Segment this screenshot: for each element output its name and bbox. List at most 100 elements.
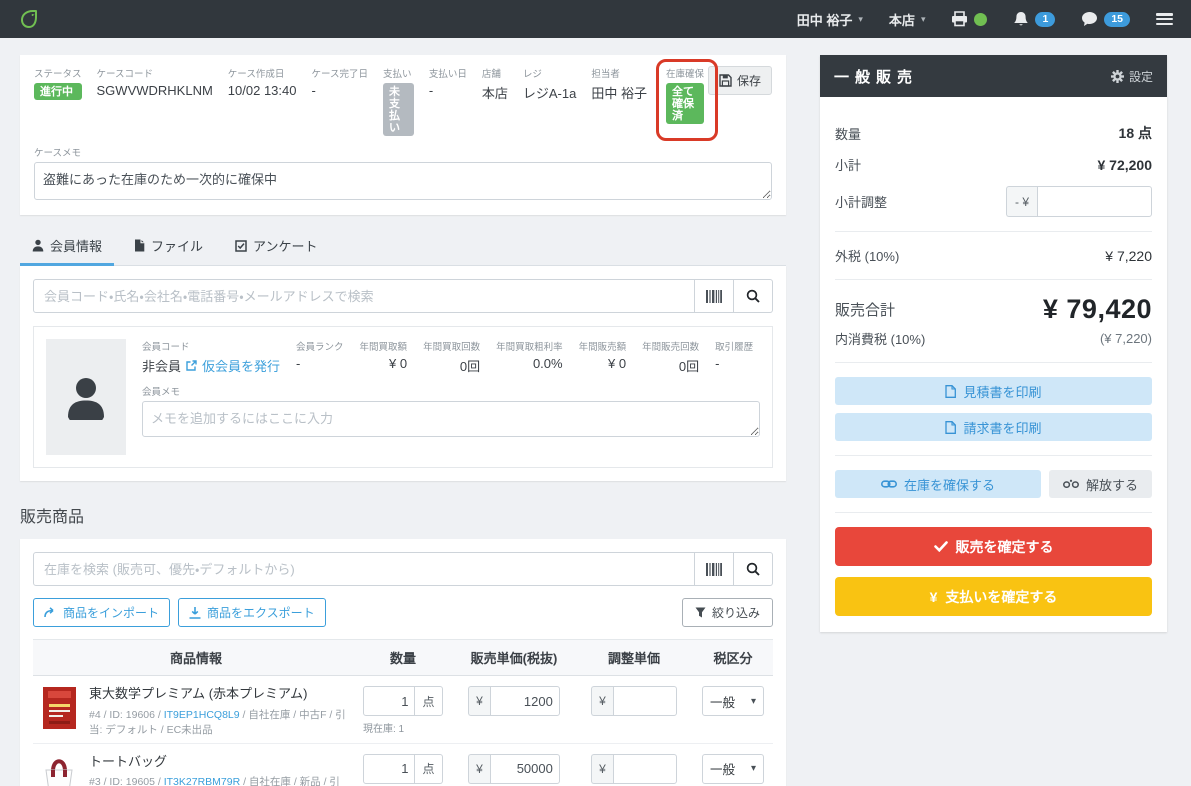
quantity-input[interactable]: [363, 753, 416, 784]
summary-tax-row: 外税 (10%) ¥ 7,220: [835, 247, 1152, 265]
export-download-icon: [189, 606, 201, 619]
field-payment-date: 支払い日 -: [428, 69, 467, 98]
summary-body: 数量 18 点 小計 ¥ 72,200 小計調整 - ¥ 外税 (10%) ¥ …: [820, 97, 1167, 632]
save-button[interactable]: 保存: [707, 66, 772, 95]
summary-quantity-row: 数量 18 点: [835, 125, 1152, 142]
tab-member-info[interactable]: 会員情報: [20, 229, 115, 267]
field-store: 店舗 本店: [481, 69, 508, 101]
stat-annual-sales: 年間販売額 ¥ 0: [578, 342, 627, 372]
member-search-button[interactable]: [734, 279, 773, 314]
minus-yen-prefix: - ¥: [1006, 186, 1038, 217]
products-card: 商品をインポート 商品をエクスポート 絞り込み 商品情報 数量 販売単価(税抜)…: [20, 539, 786, 786]
chevron-down-icon: ▾: [920, 13, 926, 24]
barcode-scan-button[interactable]: [695, 279, 734, 314]
stock-search-button[interactable]: [734, 552, 773, 587]
stat-annual-purchase-count: 年間買取回数 0回: [423, 342, 481, 375]
product-thumbnail-bag: [39, 754, 79, 786]
product-title: 東大数学プレミアム (赤本プレミアム): [89, 686, 308, 702]
print-invoice-button[interactable]: 請求書を印刷: [835, 413, 1152, 441]
hamburger-menu-icon[interactable]: [1156, 13, 1173, 25]
product-title: トートバッグ: [89, 753, 168, 769]
brand-logo-leaf-icon[interactable]: [18, 8, 40, 30]
stock-search-group: [33, 552, 773, 587]
printer-online-dot: [974, 12, 988, 26]
tab-files[interactable]: ファイル: [122, 229, 215, 266]
unit-suffix: 点: [415, 686, 443, 717]
summary-title: 一般販売: [834, 68, 919, 86]
member-search-group: [33, 279, 773, 314]
unit-price-input[interactable]: [489, 753, 560, 784]
case-memo-textarea[interactable]: 盗難にあった在庫のため一次的に確保中: [34, 162, 772, 201]
adjust-price-input[interactable]: [612, 753, 677, 784]
item-code-link[interactable]: IT9EP1HCQ8L9: [164, 709, 240, 721]
stat-member-code: 会員コード 非会員 仮会員を発行: [142, 342, 281, 375]
import-arrow-icon: [44, 607, 57, 618]
divider: [835, 455, 1152, 456]
member-search-input[interactable]: [33, 279, 695, 314]
chevron-down-icon: ▾: [750, 763, 756, 775]
summary-total-value: ¥ 79,420: [1042, 294, 1152, 324]
check-icon: [933, 541, 948, 552]
product-row: トートバッグ #3 / ID: 19605 / IT3K27RBM79R / 自…: [33, 744, 773, 786]
case-memo-label: ケースメモ: [34, 148, 82, 160]
filter-button[interactable]: 絞り込み: [681, 598, 773, 628]
chevron-down-icon: ▾: [750, 695, 756, 707]
chat-icon: [1081, 11, 1098, 27]
stock-reserved-badge: 全て確保済: [665, 83, 704, 125]
summary-inner-tax-value: (¥ 7,220): [1099, 331, 1152, 346]
release-stock-button[interactable]: 解放する: [1049, 470, 1152, 498]
chevron-down-icon: ▾: [858, 13, 863, 24]
printer-icon: [951, 11, 968, 27]
printer-status[interactable]: [951, 11, 988, 27]
divider: [835, 279, 1152, 280]
stock-search-input[interactable]: [33, 552, 695, 587]
notification-badge: 1: [1035, 11, 1056, 27]
barcode-icon: [706, 562, 722, 576]
adjust-price-input[interactable]: [612, 686, 677, 717]
pdf-file-icon: [945, 420, 957, 434]
reserve-release-row: 在庫を確保する 解放する: [835, 470, 1152, 498]
member-memo-textarea[interactable]: [142, 401, 760, 438]
store-menu[interactable]: 本店 ▾: [889, 10, 926, 29]
messages[interactable]: 15: [1081, 11, 1130, 27]
field-payment: 支払い 未支払い: [383, 66, 414, 137]
summary-total-row: 販売合計 ¥ 79,420: [835, 294, 1152, 324]
tax-category-select[interactable]: 一般 ▾: [702, 686, 764, 717]
tab-survey[interactable]: アンケート: [223, 229, 329, 266]
subtotal-adjust-input[interactable]: [1037, 186, 1152, 217]
field-created: ケース作成日 10/02 13:40: [227, 69, 297, 98]
quantity-input[interactable]: [363, 686, 416, 717]
settings-button[interactable]: 設定: [1110, 68, 1153, 85]
user-menu[interactable]: 田中 裕子 ▾: [797, 10, 863, 29]
top-navbar: 田中 裕子 ▾ 本店 ▾ 1 15: [0, 0, 1191, 38]
product-meta: #3 / ID: 19605 / IT3K27RBM79R / 自社在庫 / 新…: [89, 775, 340, 786]
products-toolbar: 商品をインポート 商品をエクスポート 絞り込み: [33, 598, 773, 628]
field-stock-reserved: 在庫確保 全て確保済: [655, 59, 718, 142]
unit-price-input[interactable]: [489, 686, 560, 717]
yen-prefix: ¥: [468, 686, 490, 717]
item-code-link[interactable]: IT3K27RBM79R: [164, 776, 240, 786]
divider: [835, 512, 1152, 513]
field-staff: 担当者 田中 裕子: [591, 69, 647, 101]
stat-annual-sales-count: 年間販売回数 0回: [642, 342, 700, 375]
export-products-button[interactable]: 商品をエクスポート: [178, 598, 326, 628]
yen-prefix: ¥: [468, 753, 490, 784]
notifications[interactable]: 1: [1013, 11, 1056, 28]
status-badge: 進行中: [34, 83, 82, 101]
issue-temp-member-link[interactable]: 仮会員を発行: [202, 356, 280, 375]
import-products-button[interactable]: 商品をインポート: [33, 598, 171, 628]
broken-chain-icon: [1063, 479, 1079, 490]
sales-summary-panel: 一般販売 設定 数量 18 点 小計 ¥ 72,200 小計調整 - ¥ 外税 …: [820, 55, 1167, 632]
member-code-value: 非会員: [142, 359, 182, 375]
print-quote-button[interactable]: 見積書を印刷: [835, 377, 1152, 405]
tax-category-select[interactable]: 一般 ▾: [702, 753, 764, 784]
check-square-icon: [235, 240, 247, 252]
external-link-icon: [186, 360, 197, 372]
member-tabs: 会員情報 ファイル アンケート: [20, 229, 786, 267]
confirm-payment-button[interactable]: ¥ 支払いを確定する: [835, 577, 1152, 616]
user-name: 田中 裕子: [796, 12, 853, 28]
stat-history: 取引履歴 -: [715, 342, 754, 372]
confirm-sale-button[interactable]: 販売を確定する: [835, 527, 1152, 566]
reserve-stock-button[interactable]: 在庫を確保する: [835, 470, 1041, 498]
barcode-scan-button[interactable]: [695, 552, 734, 587]
